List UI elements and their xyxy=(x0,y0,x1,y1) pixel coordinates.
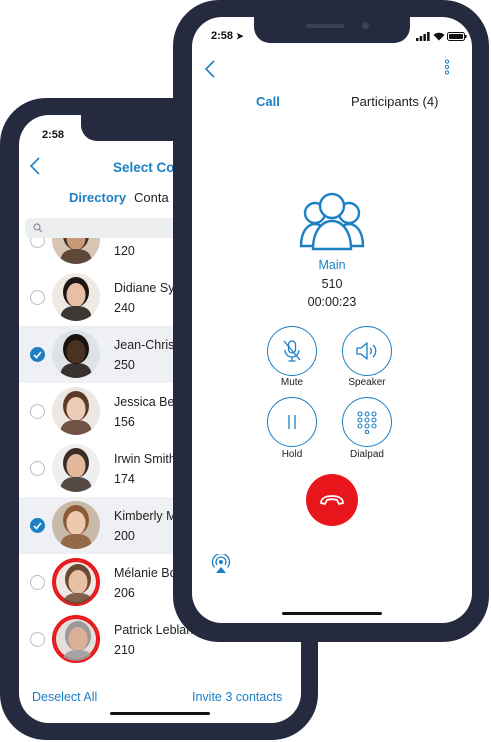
call-timer: 00:00:23 xyxy=(307,295,357,309)
contact-extension: 174 xyxy=(114,472,135,486)
contact-extension: 206 xyxy=(114,586,135,600)
contact-name: Kimberly M xyxy=(114,509,177,523)
status-time: 2:58 xyxy=(42,129,65,141)
front-phone-screen: 2:58 ➤ Call Participants (4) Main 510 00… xyxy=(192,17,472,623)
checkbox[interactable] xyxy=(30,461,45,476)
speaker-grille xyxy=(306,24,344,28)
tab-participants[interactable]: Participants (4) xyxy=(351,94,438,109)
deselect-all-button[interactable]: Deselect All xyxy=(32,690,97,704)
speaker-label: Speaker xyxy=(348,377,386,388)
checkmark-icon xyxy=(33,522,42,530)
contact-name: Didiane Sy xyxy=(114,281,175,295)
page-title: Select Co xyxy=(113,160,175,175)
airplay-icon xyxy=(211,552,231,573)
contact-extension: 240 xyxy=(114,301,135,315)
speaker-button[interactable] xyxy=(342,326,392,376)
contact-name: Irwin Smith xyxy=(114,452,176,466)
dialpad-button[interactable] xyxy=(342,397,392,447)
battery-icon xyxy=(447,32,467,41)
tab-directory[interactable]: Directory xyxy=(69,190,126,205)
back-button[interactable] xyxy=(29,156,49,178)
front-camera xyxy=(362,22,369,29)
dialpad-icon xyxy=(357,411,377,434)
home-indicator xyxy=(110,712,210,715)
search-icon xyxy=(33,223,43,233)
hang-up-icon xyxy=(320,495,344,505)
avatar xyxy=(52,444,100,492)
status-icons xyxy=(416,32,467,42)
wifi-icon xyxy=(433,32,445,41)
chevron-left-icon xyxy=(204,60,215,78)
contact-extension: 120 xyxy=(114,244,135,258)
contact-name: Jean-Chris xyxy=(114,338,175,352)
front-phone: 2:58 ➤ Call Participants (4) Main 510 00… xyxy=(173,0,489,642)
avatar xyxy=(52,615,100,663)
location-arrow-icon: ➤ xyxy=(236,31,244,41)
front-notch xyxy=(254,17,410,43)
avatar xyxy=(52,238,100,264)
group-icon xyxy=(299,192,365,251)
tab-contacts[interactable]: Conta xyxy=(134,190,169,205)
checkbox-checked[interactable] xyxy=(30,518,45,533)
dialpad-label: Dialpad xyxy=(350,449,384,460)
end-call-button[interactable] xyxy=(306,474,358,526)
avatar xyxy=(52,273,100,321)
avatar xyxy=(52,387,100,435)
checkmark-icon xyxy=(33,351,42,359)
mute-button[interactable] xyxy=(267,326,317,376)
back-button[interactable] xyxy=(204,59,224,81)
audio-route-button[interactable] xyxy=(211,552,233,576)
status-time: 2:58 ➤ xyxy=(211,30,244,42)
chevron-left-icon xyxy=(29,157,40,175)
contact-extension: 200 xyxy=(114,529,135,543)
speaker-icon xyxy=(356,342,377,360)
more-vertical-icon xyxy=(444,59,450,75)
mic-off-icon xyxy=(283,340,301,362)
contact-extension: 156 xyxy=(114,415,135,429)
contact-extension: 250 xyxy=(114,358,135,372)
invite-contacts-button[interactable]: Invite 3 contacts xyxy=(192,690,282,704)
avatar xyxy=(52,558,100,606)
checkbox[interactable] xyxy=(30,632,45,647)
contact-name: Jessica Bea xyxy=(114,395,182,409)
checkbox-checked[interactable] xyxy=(30,347,45,362)
avatar xyxy=(52,330,100,378)
checkbox[interactable] xyxy=(30,238,45,248)
contact-name: Mélanie Bo xyxy=(114,566,177,580)
mute-label: Mute xyxy=(280,377,304,388)
call-name: Main xyxy=(318,258,346,272)
hold-label: Hold xyxy=(281,449,303,460)
status-time-text: 2:58 xyxy=(211,30,234,42)
checkbox[interactable] xyxy=(30,290,45,305)
checkbox[interactable] xyxy=(30,575,45,590)
home-indicator xyxy=(282,612,382,615)
pause-icon xyxy=(288,415,296,429)
tab-call[interactable]: Call xyxy=(256,94,280,109)
avatar xyxy=(52,501,100,549)
hold-button[interactable] xyxy=(267,397,317,447)
more-options-button[interactable] xyxy=(444,59,454,77)
call-extension: 510 xyxy=(321,277,343,291)
checkbox[interactable] xyxy=(30,404,45,419)
signal-icon xyxy=(416,32,430,41)
contact-extension: 210 xyxy=(114,643,135,657)
